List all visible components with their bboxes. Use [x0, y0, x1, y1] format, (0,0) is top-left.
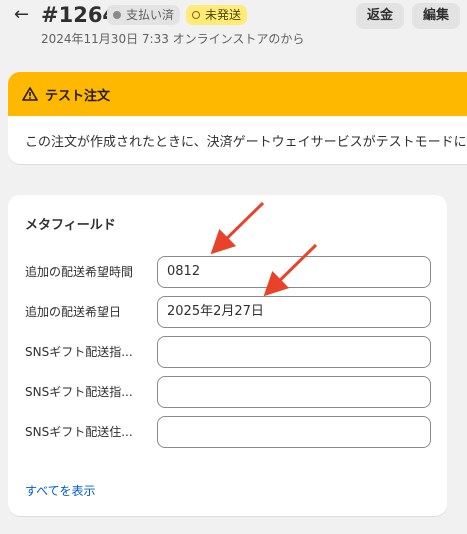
metafield-row: SNSギフト配送住...	[25, 416, 440, 448]
fulfillment-status-badge: 未発送	[186, 5, 248, 25]
metafield-label: SNSギフト配送指...	[25, 385, 133, 399]
metafield-label: SNSギフト配送住...	[25, 425, 133, 439]
order-number: #1264	[41, 3, 118, 27]
test-order-alert: テスト注文 この注文が作成されたときに、決済ゲートウェイサービスがテストモードに	[8, 72, 467, 164]
sns-gift-field-input[interactable]	[157, 376, 431, 408]
metafield-row: SNSギフト配送指...	[25, 376, 440, 408]
status-ring-icon	[192, 11, 200, 19]
sns-gift-address-input[interactable]	[157, 416, 431, 448]
status-dot-icon	[113, 11, 121, 19]
alert-body: この注文が作成されたときに、決済ゲートウェイサービスがテストモードに	[25, 135, 467, 150]
alert-header: テスト注文	[8, 72, 467, 116]
metafield-label: 追加の配送希望時間	[25, 265, 134, 279]
metafields-title: メタフィールド	[25, 218, 116, 233]
delivery-date-input[interactable]: 2025年2月27日	[157, 296, 431, 328]
show-all-link[interactable]: すべてを表示	[25, 482, 95, 499]
metafields-card: メタフィールド 追加の配送希望時間 0812 追加の配送希望日 2025年2月2…	[8, 195, 447, 516]
metafield-row: 追加の配送希望日 2025年2月27日	[25, 296, 440, 328]
delivery-time-input[interactable]: 0812	[157, 256, 431, 288]
edit-button[interactable]: 編集	[412, 3, 460, 29]
alert-title: テスト注文	[45, 88, 111, 104]
metafield-label: 追加の配送希望日	[25, 305, 122, 319]
metafield-row: SNSギフト配送指...	[25, 336, 440, 368]
warning-icon	[22, 87, 38, 101]
refund-button[interactable]: 返金	[356, 3, 404, 29]
back-arrow-icon[interactable]: ←	[14, 4, 34, 26]
payment-status-label: 支払い済	[126, 8, 175, 22]
metafield-label: SNSギフト配送指...	[25, 345, 133, 359]
sns-gift-field-input[interactable]	[157, 336, 431, 368]
order-subtitle: 2024年11月30日 7:33 オンラインストアのから	[41, 32, 305, 46]
fulfillment-status-label: 未発送	[205, 8, 242, 22]
metafield-row: 追加の配送希望時間 0812	[25, 256, 440, 288]
order-header: ← #1264 支払い済 未発送 返金 編集 2024年11月30日 7:33 …	[0, 0, 467, 52]
payment-status-badge: 支払い済	[107, 5, 181, 25]
